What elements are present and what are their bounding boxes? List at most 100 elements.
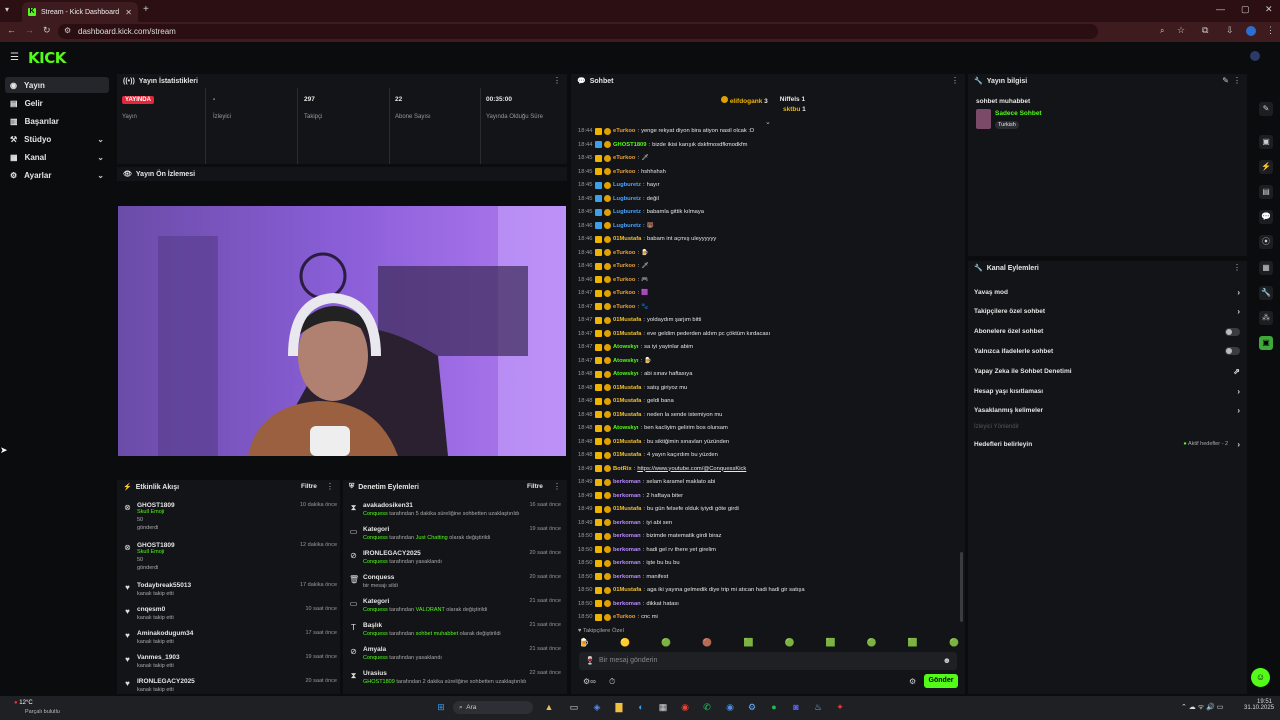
chat-username[interactable]: berkoman — [613, 479, 641, 485]
chat-message[interactable]: 18:48 01Mustafa: neden la sende istemiyon … — [578, 410, 722, 420]
user-avatar[interactable] — [1250, 51, 1260, 61]
channel-action-row[interactable]: Takipçilere özel sohbet › — [974, 305, 1242, 319]
chat-username[interactable]: berkoman — [613, 601, 641, 607]
moderator-name[interactable]: Conquess — [363, 535, 388, 541]
copilot-icon[interactable]: ◈ — [590, 700, 604, 714]
new-tab-icon[interactable]: + — [143, 5, 149, 15]
hamburger-menu-icon[interactable]: ☰ — [10, 52, 19, 63]
chat-username[interactable]: 01Mustafa — [613, 439, 641, 445]
settings-app-icon[interactable]: ⚙ — [745, 700, 759, 714]
filter-button[interactable]: Filtre — [301, 483, 317, 490]
chat-message[interactable]: 18:45 eTurkoo: hshhshsh — [578, 167, 666, 177]
chat-username[interactable]: 01Mustafa — [613, 506, 641, 512]
chat-message[interactable]: 18:44 eTurkoo: yenge rekyat diyon bira ati… — [578, 126, 754, 136]
toggle-switch[interactable] — [1225, 327, 1240, 336]
chat-message[interactable]: 18:45 Lugburetz: hayır — [578, 180, 660, 190]
sidebar-item-ayarlar[interactable]: ⚙ Ayarlar ⌄ — [5, 167, 109, 183]
chat-message[interactable]: 18:46 01Mustafa: babam int açmış uleyyyyyy — [578, 234, 716, 244]
chat-message[interactable]: 18:46 eTurkoo: 🍺 — [578, 248, 648, 258]
activity-username[interactable]: Vanmes_1903 — [137, 654, 180, 661]
sidebar-item-yayin[interactable]: ◉ Yayın — [5, 77, 109, 93]
chat-message[interactable]: 18:49 berkoman:2 haftaya biter — [578, 491, 683, 501]
minimize-icon[interactable]: — — [1216, 4, 1225, 14]
toggle-switch[interactable] — [1225, 347, 1240, 356]
send-button[interactable]: Gönder — [924, 674, 958, 688]
chat-username[interactable]: Lugburetz — [613, 196, 641, 202]
chat-message[interactable]: 18:47 eTurkoo: 🐾 — [578, 302, 648, 312]
chat-username[interactable]: eTurkoo — [613, 169, 635, 175]
chat-message[interactable]: 18:47 eTurkoo: 🟪 — [578, 288, 648, 298]
channel-action-row[interactable]: Yavaş mod › — [974, 285, 1242, 299]
chat-message[interactable]: 18:45 Lugburetz: babamla gittik kılmaya — [578, 207, 704, 217]
chat-username[interactable]: 01Mustafa — [613, 398, 641, 404]
chat-message[interactable]: 18:50 berkoman: manifest — [578, 572, 668, 582]
nodes-icon[interactable]: ⁂ — [1259, 311, 1273, 325]
taskbar-search[interactable]: ⌕ Ara — [453, 701, 533, 714]
bookmark-star-icon[interactable]: ☆ — [1177, 25, 1185, 36]
channel-action-row[interactable]: Yasaklanmış kelimeler › — [974, 404, 1242, 418]
chat-message[interactable]: 18:48 01Mustafa: satış giriyoz mu — [578, 383, 687, 393]
edit-icon[interactable]: ✎ — [1259, 102, 1273, 116]
more-options-icon[interactable]: ⋮ — [553, 482, 561, 491]
chat-username[interactable]: Atowskyı — [613, 371, 638, 377]
chat-username[interactable]: eTurkoo — [613, 155, 635, 161]
activity-username[interactable]: Aminakodugum34 — [137, 630, 193, 637]
chat-message[interactable]: 18:50 berkoman: hadi gel rv there yet gire… — [578, 545, 716, 555]
moderator-name[interactable]: Conquess — [363, 655, 388, 661]
chat-bubble-icon[interactable]: 💬 — [1259, 210, 1273, 224]
chrome-profile-icon[interactable]: ◉ — [723, 700, 737, 714]
moderator-name[interactable]: GHOST1809 — [363, 679, 395, 685]
system-tray-icons[interactable]: ⌃ ☁ ᯤ 🔊 ▭ — [1181, 703, 1223, 712]
forward-icon[interactable]: → — [25, 25, 34, 35]
chat-message[interactable]: 18:46 eTurkoo: 🎮 — [578, 275, 648, 285]
chat-username[interactable]: Atowskyı — [613, 358, 638, 364]
chat-username[interactable]: eTurkoo — [613, 290, 635, 296]
activity-username[interactable]: GHOST1809 — [137, 502, 175, 509]
emote-picker-icon[interactable]: ☻ — [943, 656, 951, 665]
kick-app-icon[interactable]: ▣ — [1259, 336, 1273, 350]
close-tab-icon[interactable]: ✕ — [125, 8, 132, 17]
chat-username[interactable]: berkoman — [613, 533, 641, 539]
chat-message[interactable]: 18:50 01Mustafa: aga iki yayına gelmedik d… — [578, 585, 805, 595]
chat-link[interactable]: https://www.youtube.com/@ConquessKick — [637, 466, 746, 472]
chat-message[interactable]: 18:47 01Mustafa: eve geldim pederden aldım… — [578, 329, 770, 339]
whatsapp-icon[interactable]: ✆ — [700, 700, 714, 714]
extensions-icon[interactable]: ⧉ — [1202, 25, 1208, 36]
chat-username[interactable]: eTurkoo — [613, 304, 635, 310]
chat-message[interactable]: 18:48 01Mustafa:4 yayın kaçırdım bu yüzde… — [578, 450, 718, 460]
chat-username[interactable]: 01Mustafa — [613, 412, 641, 418]
chat-message[interactable]: 18:47 01Mustafa: yoldaydım şarjım bitti — [578, 315, 701, 325]
chat-username[interactable]: berkoman — [613, 574, 641, 580]
file-explorer-icon[interactable]: ▇ — [612, 700, 626, 714]
kick-logo[interactable]: KICK — [28, 49, 66, 67]
chat-username[interactable]: berkoman — [613, 560, 641, 566]
chat-input[interactable]: 🍷 Bir mesaj gönderin ☻ — [579, 652, 957, 670]
chrome-icon[interactable]: ◉ — [678, 700, 692, 714]
chat-message[interactable]: 18:44 GHOST1809: bizde ikisi karışık dskfm… — [578, 140, 748, 150]
chat-message[interactable]: 18:50 berkoman: işte bu bu bu — [578, 558, 680, 568]
chat-username[interactable]: Atowskyı — [613, 344, 638, 350]
video-player[interactable] — [118, 206, 566, 456]
chat-message[interactable]: 18:46 Lugburetz: 🐻 — [578, 221, 654, 231]
gifter-item[interactable]: Niffels 1 — [780, 96, 805, 105]
chat-message[interactable]: 18:46 eTurkoo: 🗡 — [578, 261, 648, 271]
chat-message[interactable]: 18:49 BotRix: https://www.youtube.com/@Con… — [578, 464, 746, 474]
chat-username[interactable]: 01Mustafa — [613, 331, 641, 337]
spotify-icon[interactable]: ● — [767, 700, 781, 714]
support-chat-icon[interactable]: ☺ — [1251, 668, 1270, 687]
more-options-icon[interactable]: ⋮ — [1233, 76, 1241, 85]
steam-icon[interactable]: ♨ — [811, 700, 825, 714]
chat-message[interactable]: 18:50 berkoman: dikkat hatası — [578, 599, 679, 609]
more-options-icon[interactable]: ⋮ — [326, 482, 334, 491]
chat-message[interactable]: 18:48 01Mustafa: bu siktiğimin sınavları y… — [578, 437, 729, 447]
chat-message[interactable]: 18:49 berkoman: iyi abi sen — [578, 518, 672, 528]
layout-icon[interactable]: ▦ — [1259, 261, 1273, 275]
moderator-name[interactable]: Conquess — [363, 631, 388, 637]
activity-username[interactable]: GHOST1809 — [137, 542, 175, 549]
browser-menu-icon[interactable]: ⋮ — [1266, 25, 1275, 36]
chat-message[interactable]: 18:48 01Mustafa: geldi bana — [578, 396, 674, 406]
channel-action-row[interactable]: Yalnızca ifadelerle sohbet — [974, 344, 1242, 358]
gifter-item[interactable]: elifdogank 3 — [721, 96, 768, 105]
windows-start-icon[interactable]: ⊞ — [434, 700, 448, 714]
chat-message[interactable]: 18:47 Atowskyı: 🍺 — [578, 356, 651, 366]
